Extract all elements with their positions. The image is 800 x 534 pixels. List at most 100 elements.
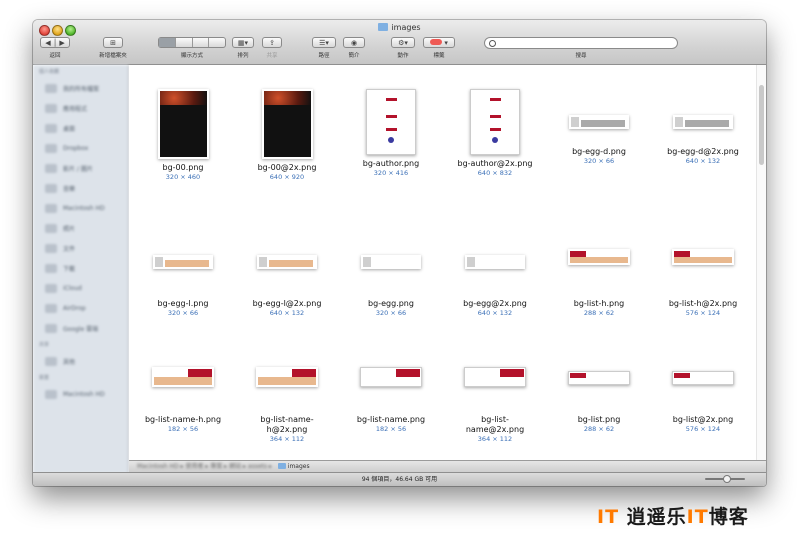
file-name: bg-author@2x.png: [457, 159, 533, 168]
path-bar: Macintosh HD ▸ 使用者 ▸ 專案 ▸ 網站 ▸ assets ▸ …: [129, 460, 766, 472]
sidebar: 個人收藏 我的所有檔案 應用程式 桌面 Dropbox 影片 / 圖片 音樂 M…: [33, 65, 129, 474]
sidebar-item[interactable]: 文件: [33, 238, 128, 258]
search-icon: [489, 40, 496, 47]
path-icon: ☰▾: [319, 39, 329, 47]
file-item[interactable]: bg-egg-d.png 320 × 66: [547, 115, 651, 165]
scroll-thumb[interactable]: [759, 85, 764, 165]
thumbnail-detail: [269, 260, 313, 267]
sidebar-item[interactable]: Macintosh HD: [33, 384, 128, 404]
sidebar-item-label: 文件: [63, 245, 76, 253]
new-folder-label: 新增檔案夾: [99, 53, 127, 59]
eye-icon: ◉: [350, 39, 358, 47]
file-thumbnail: [360, 367, 422, 387]
file-item[interactable]: bg-list-name@2x.png 364 × 112: [443, 367, 547, 443]
file-dimensions: 640 × 920: [269, 173, 305, 181]
sidebar-item[interactable]: 其他: [33, 351, 128, 371]
file-dimensions: 288 × 62: [583, 309, 615, 317]
coverflow-view-icon[interactable]: [208, 38, 225, 47]
search-input[interactable]: [484, 37, 678, 49]
file-item[interactable]: bg-author.png 320 × 416: [339, 89, 443, 177]
icon-view-icon[interactable]: [159, 38, 175, 47]
file-item[interactable]: bg-list-h@2x.png 576 × 124: [651, 249, 755, 317]
sidebar-item[interactable]: 桌面: [33, 118, 128, 138]
sidebar-item-icon: [45, 223, 57, 233]
arrange-button[interactable]: ▦▾: [232, 37, 254, 48]
sidebar-item-icon: [45, 283, 57, 293]
column-view-icon[interactable]: [191, 38, 209, 47]
file-item[interactable]: bg-egg-l@2x.png 640 × 132: [235, 255, 339, 317]
sidebar-item-label: 我的所有檔案: [63, 85, 100, 93]
thumbnail-detail: [159, 91, 207, 105]
file-item[interactable]: bg-egg@2x.png 640 × 132: [443, 255, 547, 317]
info-button[interactable]: ◉: [343, 37, 365, 48]
thumbnail-detail: [467, 257, 475, 267]
file-thumbnail: [569, 115, 629, 129]
sidebar-item[interactable]: AirDrop: [33, 298, 128, 318]
tag-button[interactable]: ▾: [423, 37, 455, 48]
sidebar-item[interactable]: Dropbox: [33, 138, 128, 158]
file-item[interactable]: bg-egg-d@2x.png 640 × 132: [651, 115, 755, 165]
back-forward-buttons[interactable]: ◀ │ ▶: [40, 37, 70, 48]
thumbnail-detail: [188, 369, 212, 377]
sidebar-item[interactable]: 應用程式: [33, 98, 128, 118]
file-name: bg-author.png: [362, 159, 420, 168]
sidebar-item[interactable]: Google 雲端: [33, 318, 128, 338]
vertical-scrollbar[interactable]: [756, 65, 766, 465]
slider-knob[interactable]: [723, 475, 731, 483]
folder-icon: [378, 23, 389, 31]
thumbnail-detail: [581, 120, 625, 127]
new-folder-button[interactable]: ⊞: [103, 37, 123, 48]
sidebar-item[interactable]: iCloud: [33, 278, 128, 298]
list-view-icon[interactable]: [174, 38, 192, 47]
sidebar-item-icon: [45, 143, 57, 153]
sidebar-item[interactable]: 照片: [33, 218, 128, 238]
finder-window: images ◀ │ ▶ 返回 ⊞ 新增檔案夾 顯示方式 ▦▾ 排列 ⇪ 共享 …: [33, 20, 766, 486]
file-name: bg-egg-l.png: [157, 299, 209, 308]
file-item[interactable]: bg-00@2x.png 640 × 920: [235, 89, 339, 181]
file-item[interactable]: bg-author@2x.png 640 × 832: [443, 89, 547, 177]
file-item[interactable]: bg-list-name-h@2x.png 364 × 112: [235, 367, 339, 443]
file-item[interactable]: bg-list-name-h.png 182 × 56: [131, 367, 235, 433]
file-item[interactable]: bg-egg-l.png 320 × 66: [131, 255, 235, 317]
file-item[interactable]: bg-list@2x.png 576 × 124: [651, 371, 755, 433]
share-label: 共享: [266, 53, 278, 59]
share-icon: ⇪: [269, 39, 275, 47]
path-button[interactable]: ☰▾: [312, 37, 336, 48]
sidebar-item-icon: [45, 356, 57, 366]
file-name: bg-list-name-h@2x.png: [260, 415, 314, 434]
sidebar-item[interactable]: 影片 / 圖片: [33, 158, 128, 178]
file-name: bg-egg@2x.png: [463, 299, 527, 308]
action-button[interactable]: ⚙▾: [391, 37, 415, 48]
file-item[interactable]: bg-egg.png 320 × 66: [339, 255, 443, 317]
thumbnail-detail: [685, 120, 729, 127]
file-item[interactable]: bg-list-name.png 182 × 56: [339, 367, 443, 433]
view-mode-segments[interactable]: [158, 37, 226, 48]
path-segments-blurred[interactable]: Macintosh HD ▸ 使用者 ▸ 專案 ▸ 網站 ▸ assets ▸: [137, 461, 272, 472]
sidebar-header-devices: 裝置: [39, 375, 50, 381]
file-name: bg-00.png: [162, 163, 204, 172]
sidebar-item[interactable]: Macintosh HD: [33, 198, 128, 218]
arrange-label: 排列: [237, 53, 249, 59]
file-thumbnail: [470, 89, 520, 155]
file-thumbnail: [464, 367, 526, 387]
file-name: bg-list@2x.png: [672, 415, 734, 424]
share-button[interactable]: ⇪: [262, 37, 282, 48]
file-name: bg-list-name@2x.png: [465, 415, 525, 434]
file-thumbnail: [568, 249, 630, 265]
watermark-text: 逍遥乐: [626, 506, 687, 528]
file-thumbnail: [153, 255, 213, 269]
file-item[interactable]: bg-list-h.png 288 × 62: [547, 249, 651, 317]
file-dimensions: 320 × 460: [165, 173, 201, 181]
file-thumbnail: [257, 255, 317, 269]
sidebar-item[interactable]: 下載: [33, 258, 128, 278]
file-item[interactable]: bg-00.png 320 × 460: [131, 89, 235, 181]
sidebar-item[interactable]: 音樂: [33, 178, 128, 198]
sidebar-item[interactable]: 我的所有檔案: [33, 78, 128, 98]
file-thumbnail: [261, 89, 313, 159]
path-current-folder[interactable]: images: [288, 463, 310, 470]
thumbnail-detail: [259, 257, 267, 267]
window-title: images: [33, 23, 766, 32]
file-item[interactable]: bg-list.png 288 × 62: [547, 371, 651, 433]
icon-size-slider[interactable]: [705, 475, 745, 483]
path-folder-icon: [277, 463, 286, 469]
